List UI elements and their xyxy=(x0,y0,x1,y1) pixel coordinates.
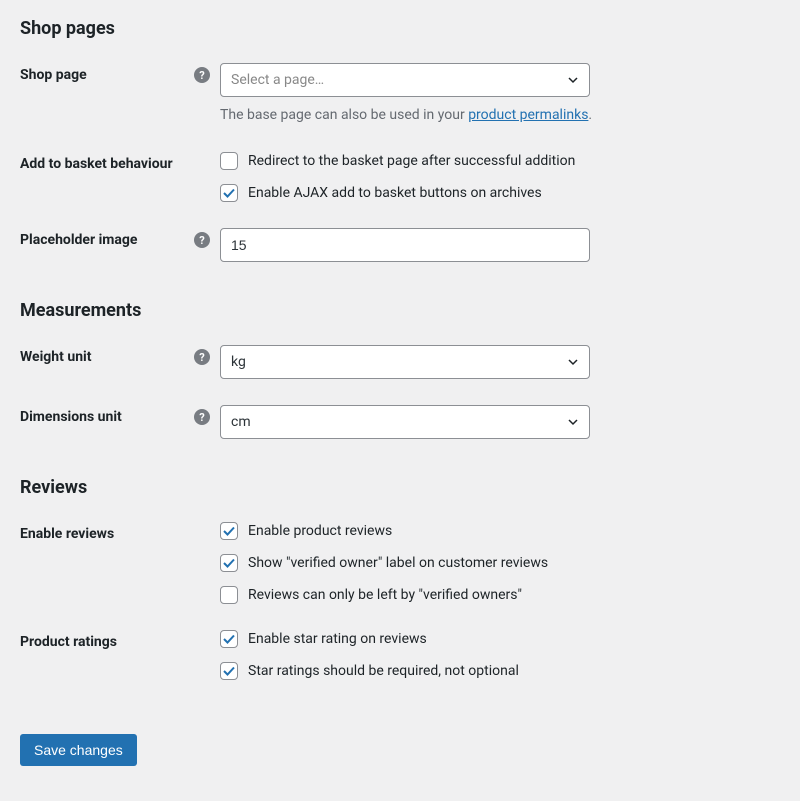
checkbox-star-rating-label: Enable star rating on reviews xyxy=(248,631,427,647)
shop-page-select[interactable]: Select a page… xyxy=(220,63,590,97)
dimensions-unit-label: Dimensions unit ? xyxy=(20,405,220,425)
shop-page-description: The base page can also be used in your p… xyxy=(220,105,780,126)
weight-unit-label: Weight unit ? xyxy=(20,345,220,365)
placeholder-image-label: Placeholder image ? xyxy=(20,228,220,248)
checkbox-redirect-basket[interactable] xyxy=(220,152,238,170)
section-heading-measurements: Measurements xyxy=(20,300,780,321)
checkbox-star-required-label: Star ratings should be required, not opt… xyxy=(248,663,519,679)
checkbox-verified-only-label: Reviews can only be left by "verified ow… xyxy=(248,587,522,603)
checkbox-ajax-basket-label: Enable AJAX add to basket buttons on arc… xyxy=(248,185,542,201)
checkbox-verified-label-label: Show "verified owner" label on customer … xyxy=(248,555,548,571)
checkbox-ajax-basket[interactable] xyxy=(220,184,238,202)
help-icon[interactable]: ? xyxy=(194,232,210,248)
product-permalinks-link[interactable]: product permalinks xyxy=(468,107,588,123)
save-changes-button[interactable]: Save changes xyxy=(20,734,137,766)
add-to-basket-label: Add to basket behaviour xyxy=(20,152,220,172)
chevron-down-icon xyxy=(567,416,579,428)
help-icon[interactable]: ? xyxy=(194,409,210,425)
section-heading-reviews: Reviews xyxy=(20,477,780,498)
section-heading-shop-pages: Shop pages xyxy=(20,18,780,39)
checkbox-verified-only[interactable] xyxy=(220,586,238,604)
placeholder-image-input[interactable] xyxy=(220,228,590,262)
checkbox-redirect-basket-label: Redirect to the basket page after succes… xyxy=(248,153,575,169)
product-ratings-label: Product ratings xyxy=(20,630,220,650)
chevron-down-icon xyxy=(567,356,579,368)
help-icon[interactable]: ? xyxy=(194,67,210,83)
checkbox-star-required[interactable] xyxy=(220,662,238,680)
dimensions-unit-select[interactable]: cm xyxy=(220,405,590,439)
help-icon[interactable]: ? xyxy=(194,349,210,365)
checkbox-enable-reviews[interactable] xyxy=(220,522,238,540)
checkbox-verified-label[interactable] xyxy=(220,554,238,572)
weight-unit-select[interactable]: kg xyxy=(220,345,590,379)
checkbox-enable-reviews-label: Enable product reviews xyxy=(248,523,392,539)
enable-reviews-label: Enable reviews xyxy=(20,522,220,542)
checkbox-star-rating[interactable] xyxy=(220,630,238,648)
chevron-down-icon xyxy=(567,74,579,86)
shop-page-label: Shop page ? xyxy=(20,63,220,83)
